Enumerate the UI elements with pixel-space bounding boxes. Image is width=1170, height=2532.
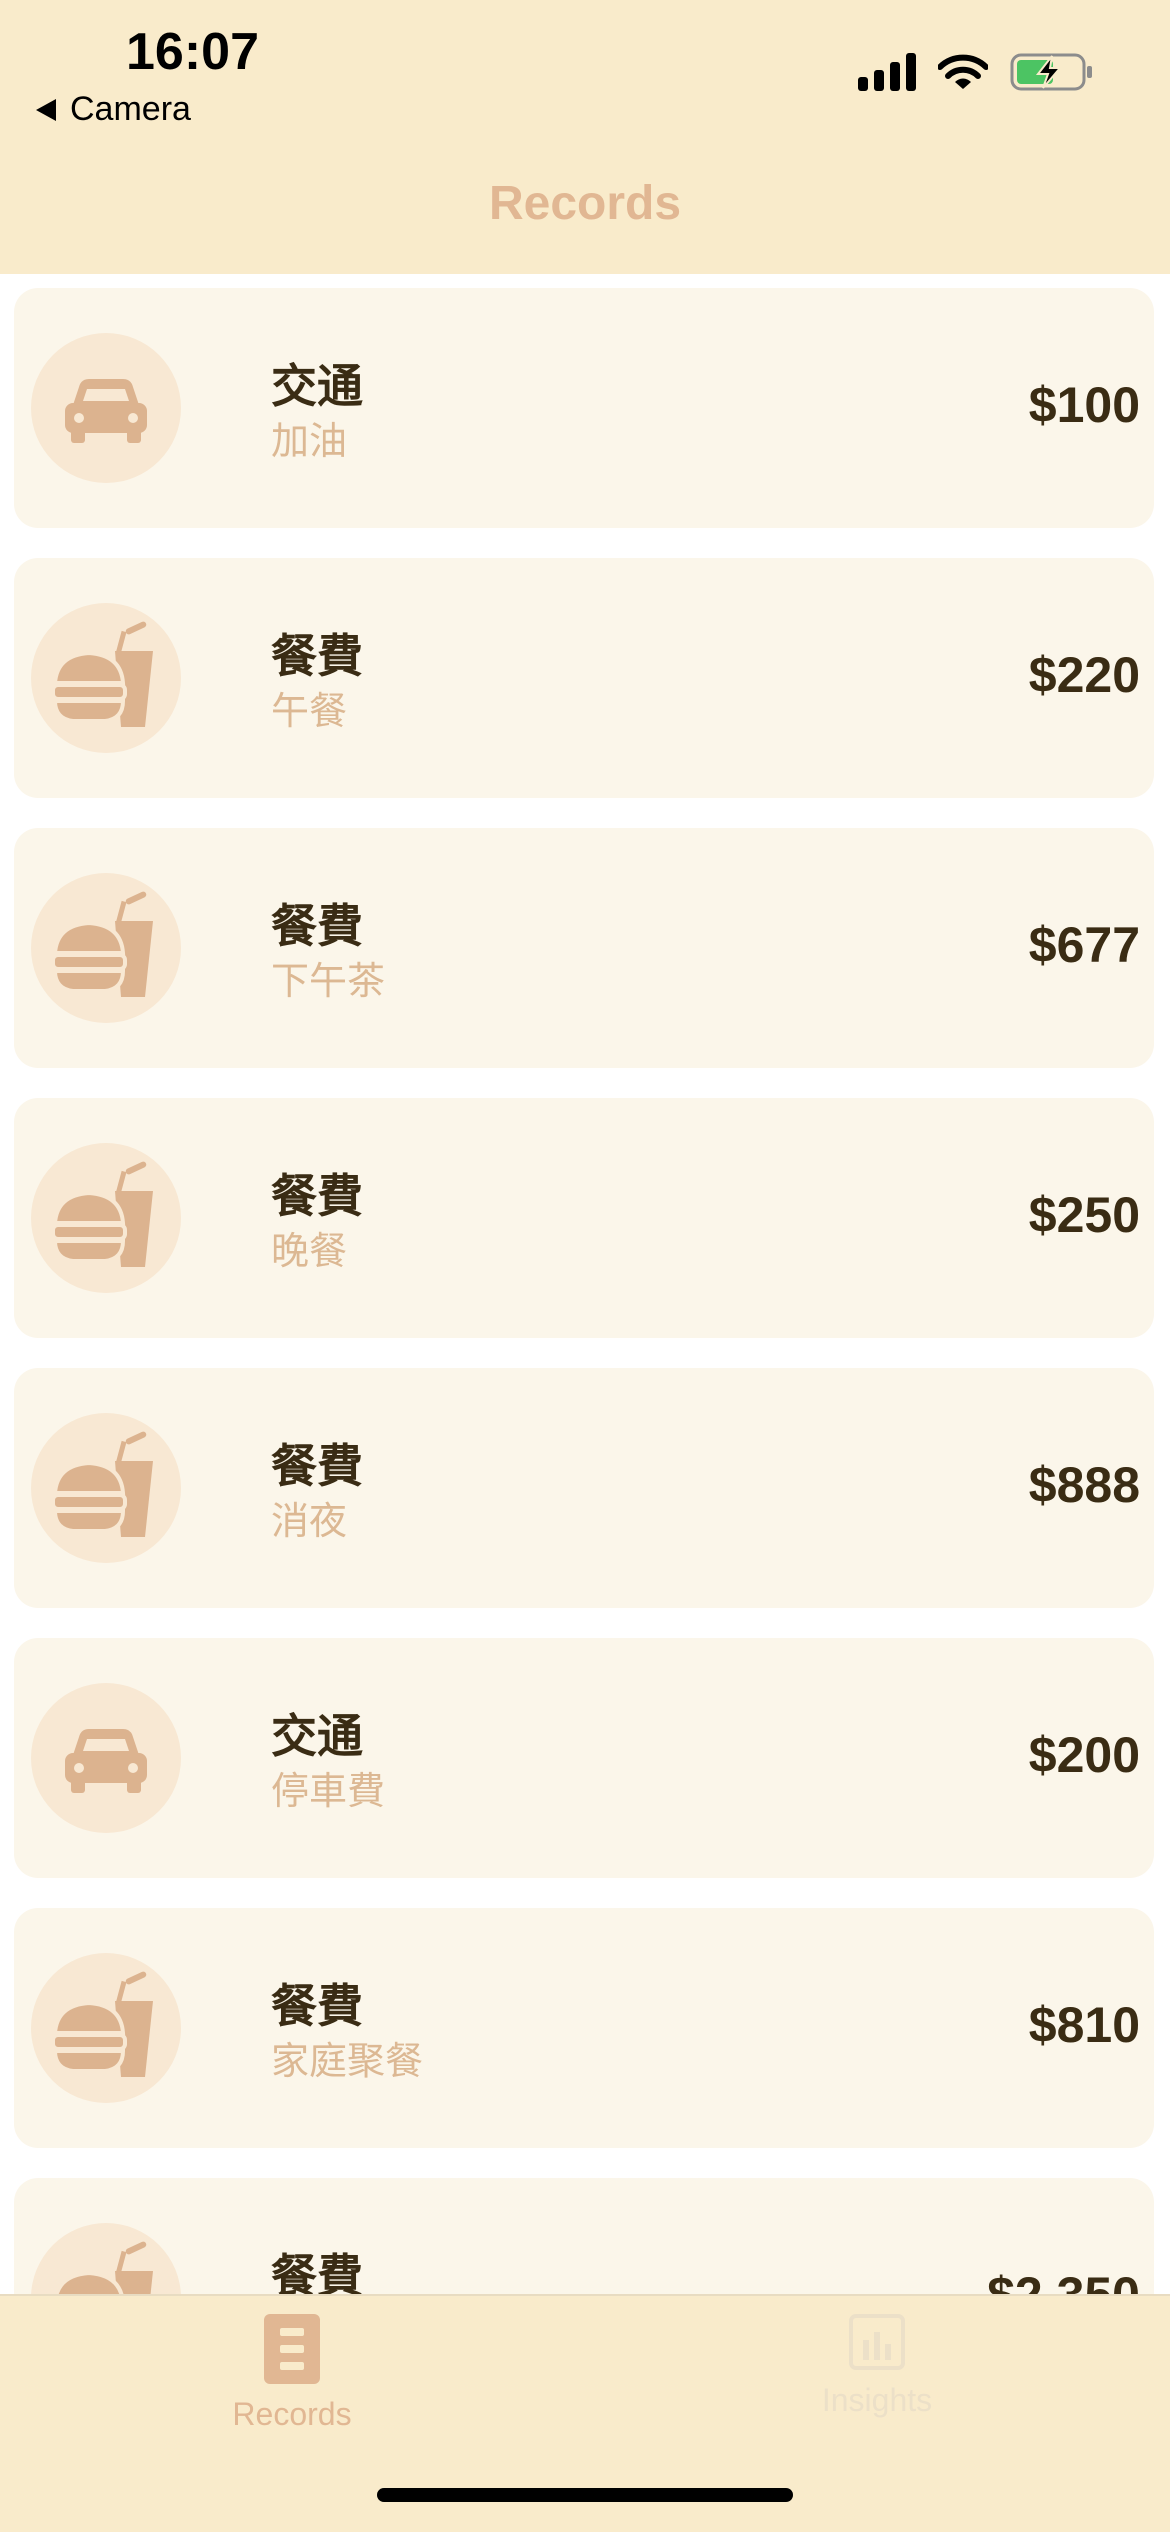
car-icon <box>65 1729 147 1793</box>
record-category: 交通 <box>271 1709 363 1763</box>
record-amount: $100 <box>1028 377 1140 433</box>
screen: 16:07 Camera Records 交通 加油 $100 餐費 午餐 $2… <box>0 0 1170 2532</box>
food-icon <box>54 2241 153 2294</box>
record-note: 午餐 <box>271 689 348 733</box>
record-category: 餐費 <box>271 629 363 683</box>
record-amount: $200 <box>1028 1727 1140 1783</box>
record-amount: $888 <box>1028 1457 1140 1513</box>
record-amount: $2,350 <box>987 2266 1140 2294</box>
record-icon-container <box>31 333 181 483</box>
record-card[interactable]: 餐費 下午茶 $677 <box>14 828 1154 1068</box>
food-icon <box>51 1971 153 2077</box>
page-title: Records <box>488 177 682 230</box>
status-time: 16:07 <box>126 23 259 81</box>
home-indicator <box>377 2488 793 2502</box>
wifi-icon <box>938 54 988 89</box>
header: 16:07 Camera Records <box>0 0 1170 274</box>
record-category: 餐費 <box>271 1169 363 1223</box>
tab-records[interactable]: Records <box>192 2314 392 2433</box>
food-icon <box>51 621 153 727</box>
record-amount: $810 <box>1028 1997 1140 2053</box>
tab-records-label: Records <box>232 2396 352 2432</box>
record-category: 餐費 <box>271 1979 363 2033</box>
record-card[interactable]: 餐費 家庭聚餐 $810 <box>14 1908 1154 2148</box>
record-note: 下午茶 <box>271 959 386 1003</box>
record-card[interactable]: 交通 停車費 $200 <box>14 1638 1154 1878</box>
chart-icon <box>849 2314 905 2370</box>
record-icon-container <box>31 1953 181 2103</box>
record-card[interactable]: 餐費 消夜 $888 <box>14 1368 1154 1608</box>
back-to-camera-link[interactable]: Camera <box>36 90 191 129</box>
record-card[interactable]: 餐費 晚餐 $250 <box>14 1098 1154 1338</box>
record-note: 晚餐 <box>271 1229 348 1273</box>
record-note: 加油 <box>271 419 348 463</box>
food-icon <box>51 1431 153 1537</box>
record-note: 停車費 <box>271 1769 386 1813</box>
record-icon-container <box>31 1413 181 1563</box>
tab-insights[interactable]: Insights <box>777 2314 977 2419</box>
record-category: 交通 <box>271 359 363 413</box>
tab-insights-label: Insights <box>821 2382 933 2418</box>
record-card[interactable]: 餐費 午餐 $220 <box>14 558 1154 798</box>
status-icons <box>858 52 1094 92</box>
document-icon <box>264 2314 320 2384</box>
record-category: 餐費 <box>271 899 363 953</box>
record-amount: $220 <box>1028 647 1140 703</box>
record-card[interactable]: 餐費 $2,350 <box>14 2178 1154 2294</box>
records-list[interactable]: 交通 加油 $100 餐費 午餐 $220 餐費 下午茶 $677 餐費 晚餐 … <box>0 274 1170 2294</box>
record-amount: $250 <box>1028 1187 1140 1243</box>
record-category: 餐費 <box>271 2249 363 2294</box>
back-arrow-icon <box>36 98 56 121</box>
back-label: Camera <box>70 90 191 128</box>
record-card[interactable]: 交通 加油 $100 <box>14 288 1154 528</box>
record-amount: $677 <box>1028 917 1140 973</box>
record-icon-container <box>31 603 181 753</box>
record-note: 消夜 <box>271 1499 348 1543</box>
record-category: 餐費 <box>271 1439 363 1493</box>
cellular-signal-icon <box>858 53 916 91</box>
battery-charging-icon <box>1010 53 1092 91</box>
record-icon-container <box>31 873 181 1023</box>
record-icon-container <box>31 1683 181 1833</box>
record-icon-container <box>31 1143 181 1293</box>
food-icon <box>51 1161 153 1267</box>
car-icon <box>65 379 147 443</box>
record-note: 家庭聚餐 <box>271 2039 424 2083</box>
food-icon <box>51 891 153 997</box>
record-icon-container <box>31 2223 181 2294</box>
